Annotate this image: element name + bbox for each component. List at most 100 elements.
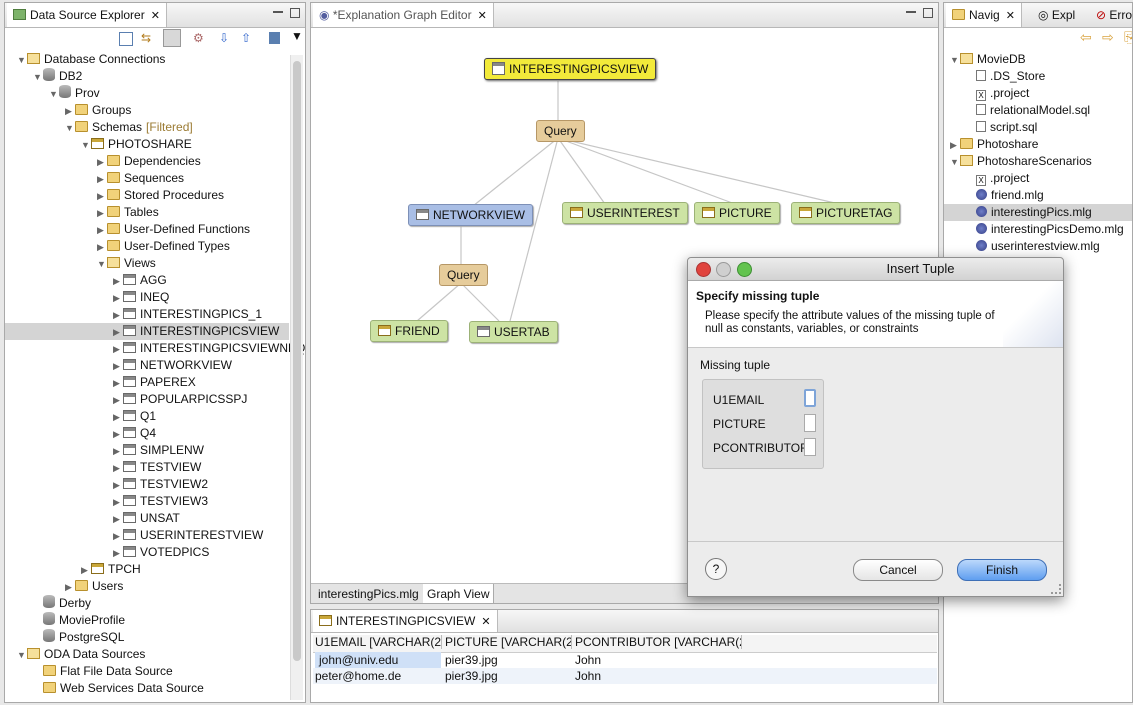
help-button[interactable]: ?	[705, 558, 727, 580]
explorer-scrollbar[interactable]	[290, 55, 303, 700]
explorer-tree-item[interactable]: ▶ INTERESTINGPICSVIEWNEQ	[5, 340, 305, 358]
cancel-button[interactable]: Cancel	[853, 559, 943, 581]
graph-node-query-2[interactable]: Query	[439, 264, 488, 286]
navigator-tree-item[interactable]: friend.mlg	[944, 187, 1132, 204]
explorer-tree-item[interactable]: ▶ Sequences	[5, 170, 289, 187]
expanded-arrow-icon[interactable]: ▼	[17, 647, 27, 664]
view-menu-icon[interactable]: ▼	[291, 29, 303, 43]
explorer-tree-item[interactable]: ▶ UNSAT	[5, 510, 289, 527]
collapsed-arrow-icon[interactable]: ▶	[950, 137, 960, 154]
graph-node-query[interactable]: Query	[536, 120, 585, 142]
editor-tab[interactable]: ◉ *Explanation Graph Editor ✕	[313, 3, 494, 27]
explorer-tab[interactable]: Data Source Explorer ✕	[7, 3, 167, 27]
save-icon[interactable]	[269, 32, 280, 44]
explorer-tree-item[interactable]: ▶ User-Defined Functions	[5, 221, 289, 238]
collapsed-arrow-icon[interactable]: ▶	[65, 103, 75, 120]
collapsed-arrow-icon[interactable]: ▶	[97, 188, 107, 205]
explorer-tree-item[interactable]: ▶ AGG	[5, 272, 289, 289]
explorer-tree-item[interactable]: ▼ Schemas [Filtered]	[5, 119, 289, 136]
collapsed-arrow-icon[interactable]: ▶	[113, 426, 123, 443]
navigator-tree-item[interactable]: ▼ MovieDB	[944, 51, 1132, 69]
explorer-tree-item[interactable]: Flat File Data Source	[5, 663, 289, 680]
explorer-tree-item[interactable]: ▶ POPULARPICSSPJ	[5, 391, 289, 408]
connect-icon[interactable]: ⚙	[193, 31, 204, 45]
expanded-arrow-icon[interactable]: ▼	[33, 69, 43, 86]
navigator-tree-item[interactable]: ▶ Photoshare	[944, 136, 1132, 154]
explorer-tree-item[interactable]: MovieProfile	[5, 612, 289, 629]
explorer-tree-item[interactable]: ▶ TPCH	[5, 561, 289, 578]
close-icon[interactable]: ✕	[481, 616, 490, 628]
explorer-tree-item[interactable]: ▶ Dependencies	[5, 153, 289, 170]
explorer-tree-item[interactable]: ▶ USERINTERESTVIEW	[5, 527, 289, 544]
explorer-tree-item[interactable]: ▼ Views	[5, 255, 289, 272]
expanded-arrow-icon[interactable]: ▼	[950, 154, 960, 171]
collapsed-arrow-icon[interactable]: ▶	[113, 511, 123, 528]
filter-icon[interactable]	[163, 29, 181, 47]
navigator-tree-item[interactable]: X .project	[944, 170, 1132, 187]
pcontributor-input[interactable]	[804, 438, 816, 456]
table-cell[interactable]: pier39.jpg	[445, 652, 498, 668]
tab-graph-view[interactable]: Graph View	[423, 584, 495, 603]
back-icon[interactable]: ⇦	[1080, 29, 1092, 46]
explorer-tree-item[interactable]: Web Services Data Source	[5, 680, 289, 697]
navigator-tree-item[interactable]: interestingPicsDemo.mlg	[944, 221, 1132, 238]
explorer-tree-item[interactable]: ▼ Prov	[5, 85, 289, 102]
tab-navigator[interactable]: Navig ✕	[946, 3, 1022, 27]
picture-input[interactable]	[804, 414, 816, 432]
tab-explorer[interactable]: ◎ Expl	[1032, 3, 1081, 27]
maximize-icon[interactable]	[290, 8, 300, 18]
explorer-tree-item[interactable]: ▶ SIMPLENW	[5, 442, 289, 459]
collapsed-arrow-icon[interactable]: ▶	[113, 273, 123, 290]
explorer-tree-item[interactable]: ▶ TESTVIEW3	[5, 493, 289, 510]
explorer-tree-item[interactable]: ▶ User-Defined Types	[5, 238, 289, 255]
navigator-tree-item[interactable]: ▼ PhotoshareScenarios	[944, 153, 1132, 171]
expanded-arrow-icon[interactable]: ▼	[49, 86, 59, 103]
explorer-tree-item[interactable]: ▶ Users	[5, 578, 289, 595]
collapsed-arrow-icon[interactable]: ▶	[113, 341, 123, 358]
close-icon[interactable]: ✕	[1006, 10, 1015, 22]
maximize-icon[interactable]	[923, 8, 933, 18]
explorer-tree-item[interactable]: ▶ Q4	[5, 425, 289, 442]
close-icon[interactable]: ✕	[151, 10, 160, 22]
expanded-arrow-icon[interactable]: ▼	[950, 52, 960, 69]
collapsed-arrow-icon[interactable]: ▶	[113, 358, 123, 375]
tab-errors[interactable]: ⊘ Erro	[1090, 3, 1132, 27]
link-editor-icon[interactable]: ⇆	[141, 31, 151, 45]
collapsed-arrow-icon[interactable]: ▶	[97, 239, 107, 256]
explorer-tree-item[interactable]: ▼ DB2	[5, 68, 289, 85]
collapsed-arrow-icon[interactable]: ▶	[113, 375, 123, 392]
explorer-tree-item[interactable]: ▼ ODA Data Sources	[5, 646, 289, 663]
collapsed-arrow-icon[interactable]: ▶	[113, 392, 123, 409]
explorer-tree-item[interactable]: ▶ VOTEDPICS	[5, 544, 289, 561]
collapsed-arrow-icon[interactable]: ▶	[113, 545, 123, 562]
export-icon[interactable]: ⇧	[241, 31, 251, 45]
scroll-thumb[interactable]	[293, 61, 301, 661]
explorer-tree-item[interactable]: Derby	[5, 595, 289, 612]
expanded-arrow-icon[interactable]: ▼	[17, 52, 27, 69]
collapsed-arrow-icon[interactable]: ▶	[113, 528, 123, 545]
collapsed-arrow-icon[interactable]: ▶	[65, 579, 75, 596]
collapsed-arrow-icon[interactable]: ▶	[97, 171, 107, 188]
finish-button[interactable]: Finish	[957, 559, 1047, 581]
explorer-tree-item[interactable]: PostgreSQL	[5, 629, 289, 646]
graph-node-friend[interactable]: FRIEND	[370, 320, 448, 342]
collapsed-arrow-icon[interactable]: ▶	[97, 222, 107, 239]
collapsed-arrow-icon[interactable]: ▶	[81, 562, 91, 579]
explorer-tree-item[interactable]: ▶ Groups	[5, 102, 289, 119]
explorer-tree-item[interactable]: ▶ INTERESTINGPICSVIEW	[5, 323, 289, 340]
graph-node-userinterest[interactable]: USERINTEREST	[562, 202, 688, 224]
collapsed-arrow-icon[interactable]: ▶	[113, 460, 123, 477]
collapsed-arrow-icon[interactable]: ▶	[113, 443, 123, 460]
navigator-tree-item[interactable]: X .project	[944, 85, 1132, 102]
explorer-tree-item[interactable]: ▶ NETWORKVIEW	[5, 357, 289, 374]
navigator-tree-item[interactable]: script.sql	[944, 119, 1132, 136]
explorer-tree-item[interactable]: ▶ TESTVIEW2	[5, 476, 289, 493]
results-tab[interactable]: INTERESTINGPICSVIEW ✕	[313, 610, 498, 632]
graph-node-picturetag[interactable]: PICTURETAG	[791, 202, 901, 224]
collapsed-arrow-icon[interactable]: ▶	[113, 477, 123, 494]
table-cell[interactable]: john@univ.edu	[315, 652, 441, 668]
collapsed-arrow-icon[interactable]: ▶	[113, 290, 123, 307]
table-cell[interactable]: peter@home.de	[315, 668, 401, 684]
expanded-arrow-icon[interactable]: ▼	[81, 137, 91, 154]
up-icon[interactable]: ⎘	[1124, 29, 1132, 46]
